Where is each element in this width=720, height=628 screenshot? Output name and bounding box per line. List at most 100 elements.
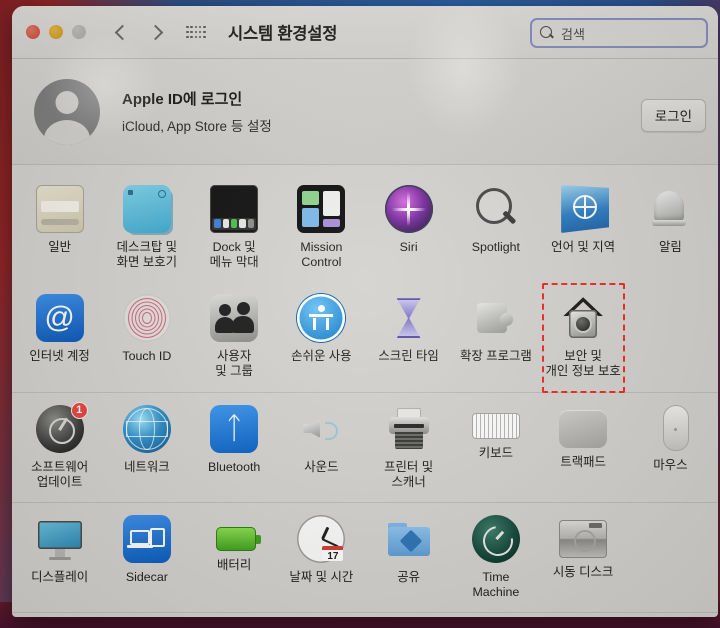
pane-label: 날짜 및 시간 bbox=[289, 569, 354, 584]
pane-label: Sidecar bbox=[125, 569, 168, 584]
window-titlebar: 시스템 환경설정 검색 bbox=[12, 6, 718, 59]
software-update-icon: 1 bbox=[35, 401, 88, 453]
pane-item[interactable]: 키보드 bbox=[452, 399, 539, 497]
pane-item[interactable]: 일반 bbox=[16, 179, 103, 277]
pane-label: 키보드 bbox=[478, 445, 513, 460]
mission-control-icon bbox=[297, 185, 346, 233]
battery-icon bbox=[216, 526, 262, 551]
printers-scanners-icon bbox=[385, 405, 433, 453]
pane-item[interactable]: 사운드 bbox=[278, 399, 365, 497]
notifications-bell-icon bbox=[646, 185, 694, 233]
security-privacy-house-lock-icon bbox=[559, 294, 607, 342]
pane-label: 트랙패드 bbox=[560, 454, 606, 469]
pane-item[interactable]: Mission Control bbox=[278, 179, 365, 277]
clock-day-label: 17 bbox=[322, 545, 344, 562]
bluetooth-icon: ᛏ bbox=[210, 404, 259, 453]
pane-label: 네트워크 bbox=[124, 459, 170, 474]
displays-icon bbox=[36, 515, 84, 563]
desktop-screensaver-icon bbox=[122, 185, 171, 233]
pane-item[interactable]: Siri bbox=[365, 179, 452, 277]
minimize-button[interactable] bbox=[49, 25, 63, 39]
pane-item[interactable]: 언어 및 지역 bbox=[540, 179, 627, 277]
pane-item[interactable]: 디스플레이 bbox=[16, 509, 103, 607]
pane-label: Bluetooth bbox=[207, 459, 261, 474]
pane-label: 사용자 및 그룹 bbox=[215, 349, 253, 379]
preference-panes-grid: 일반 데스크탑 및 화면 보호기 Dock 및 메뉴 막대 Mission Contr… bbox=[12, 165, 718, 613]
pane-item[interactable]: ᛏ Bluetooth bbox=[191, 399, 278, 497]
pane-item[interactable]: @ 인터넷 계정 bbox=[16, 288, 103, 386]
pane-label: 스크린 타임 bbox=[378, 349, 439, 364]
pane-item[interactable]: 보안 및 개인 정보 보호 bbox=[540, 283, 627, 393]
show-all-grid-icon[interactable] bbox=[186, 25, 206, 39]
pane-item[interactable]: 프린터 및 스캐너 bbox=[365, 399, 452, 497]
zoom-button[interactable] bbox=[72, 25, 86, 39]
siri-icon bbox=[384, 185, 433, 233]
pane-empty-slot bbox=[627, 288, 714, 386]
pane-label: 사운드 bbox=[304, 459, 339, 474]
accessibility-icon bbox=[297, 294, 346, 343]
pane-label: Spotlight bbox=[471, 240, 520, 254]
apple-id-title: Apple ID에 로그인 bbox=[122, 91, 243, 108]
pane-item[interactable]: 마우스 bbox=[627, 399, 714, 497]
pane-item[interactable]: 사용자 및 그룹 bbox=[191, 288, 278, 386]
back-chevron-icon[interactable] bbox=[114, 26, 127, 39]
pane-item[interactable]: 네트워크 bbox=[103, 399, 190, 497]
pane-item[interactable]: 데스크탑 및 화면 보호기 bbox=[103, 179, 190, 277]
sidecar-icon bbox=[122, 514, 171, 563]
sign-in-button[interactable]: 로그인 bbox=[640, 99, 706, 132]
pane-item[interactable]: 알림 bbox=[627, 179, 714, 277]
forward-chevron-icon[interactable] bbox=[147, 26, 160, 39]
pane-empty-slot bbox=[627, 509, 714, 607]
time-machine-icon bbox=[471, 514, 520, 563]
general-icon bbox=[35, 185, 84, 233]
pane-label: 마우스 bbox=[653, 457, 688, 472]
pane-row: 일반 데스크탑 및 화면 보호기 Dock 및 메뉴 막대 Mission Contr… bbox=[12, 173, 718, 282]
pane-item[interactable]: 배터리 bbox=[191, 509, 278, 607]
pane-row: 디스플레이 Sidecar 배터리 17 날짜 및 시간 공유 Time Machine 시동… bbox=[12, 503, 718, 613]
pane-label: 보안 및 개인 정보 보호 bbox=[545, 349, 621, 379]
users-groups-icon bbox=[210, 294, 259, 343]
pane-label: 알림 bbox=[658, 240, 682, 254]
pane-item[interactable]: 트랙패드 bbox=[540, 399, 627, 497]
page-title: 시스템 환경설정 bbox=[228, 25, 338, 43]
pane-item[interactable]: 공유 bbox=[365, 509, 452, 607]
screen-time-hourglass-icon bbox=[385, 294, 433, 342]
search-input[interactable]: 검색 bbox=[561, 24, 585, 43]
pane-item[interactable]: Sidecar bbox=[103, 509, 190, 607]
apple-id-banner[interactable]: Apple ID에 로그인 iCloud, App Store 등 설정 로그인 bbox=[12, 59, 718, 165]
notification-badge: 1 bbox=[70, 401, 88, 419]
language-region-flag-icon bbox=[561, 185, 610, 233]
pane-label: 배터리 bbox=[217, 557, 252, 572]
pane-label: 확장 프로그램 bbox=[459, 349, 532, 364]
pane-item[interactable]: 손쉬운 사용 bbox=[278, 288, 365, 386]
internet-accounts-at-icon: @ bbox=[35, 294, 84, 343]
search-field[interactable]: 검색 bbox=[530, 18, 708, 48]
pane-item[interactable]: Touch ID bbox=[103, 288, 190, 386]
pane-label: 인터넷 계정 bbox=[29, 349, 90, 364]
date-time-clock-icon: 17 bbox=[297, 514, 346, 563]
pane-item[interactable]: 1 소프트웨어 업데이트 bbox=[16, 399, 103, 497]
pane-row: @ 인터넷 계정 Touch ID 사용자 및 그룹 손쉬운 사용 스크린 타임 확장 프로… bbox=[12, 282, 718, 393]
pane-item[interactable]: 17 날짜 및 시간 bbox=[278, 509, 365, 607]
touch-id-fingerprint-icon bbox=[122, 294, 171, 343]
pane-label: 소프트웨어 업데이트 bbox=[31, 459, 89, 489]
close-button[interactable] bbox=[26, 25, 40, 39]
mouse-icon bbox=[662, 404, 689, 451]
pane-item[interactable]: 스크린 타임 bbox=[365, 288, 452, 386]
pane-item[interactable]: Spotlight bbox=[452, 179, 539, 277]
pane-item[interactable]: Dock 및 메뉴 막대 bbox=[191, 179, 278, 277]
pane-item[interactable]: Time Machine bbox=[452, 509, 539, 607]
pane-label: Siri bbox=[399, 240, 418, 254]
pane-label: 데스크탑 및 화면 보호기 bbox=[116, 240, 178, 270]
pane-label: 프린터 및 스캐너 bbox=[384, 459, 434, 489]
trackpad-icon bbox=[559, 409, 608, 448]
person-avatar-icon bbox=[34, 78, 100, 145]
network-globe-icon bbox=[122, 404, 171, 453]
pane-item[interactable]: 확장 프로그램 bbox=[452, 288, 539, 386]
pane-label: 공유 bbox=[397, 569, 421, 584]
pane-item[interactable]: 시동 디스크 bbox=[540, 509, 627, 607]
pane-label: Time Machine bbox=[472, 569, 520, 599]
pane-label: Mission Control bbox=[300, 240, 343, 270]
pane-label: Dock 및 메뉴 막대 bbox=[209, 240, 259, 270]
extensions-puzzle-icon bbox=[472, 294, 520, 342]
